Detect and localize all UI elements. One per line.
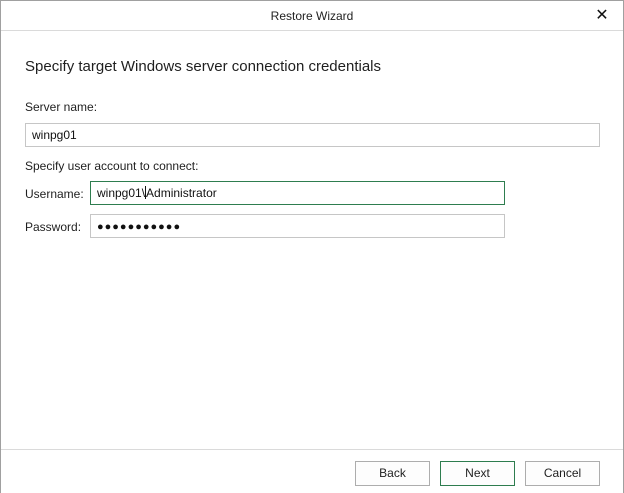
password-label: Password: [25,220,82,234]
server-name-label: Server name: [25,100,98,114]
server-name-value: winpg01 [32,128,77,142]
username-value-before-caret: winpg01\ [97,186,146,200]
user-account-section-label: Specify user account to connect: [25,159,199,173]
server-name-input[interactable]: winpg01 [25,123,600,147]
username-value-after-caret: Administrator [146,186,217,200]
page-heading: Specify target Windows server connection… [25,58,382,75]
close-icon[interactable]: ✕ [593,7,611,25]
title-bar: Restore Wizard ✕ [1,1,623,31]
wizard-footer: Back Next Cancel [1,449,623,493]
username-label: Username: [25,187,84,201]
next-button[interactable]: Next [440,461,515,486]
back-button[interactable]: Back [355,461,430,486]
password-mask: ●●●●●●●●●●● [97,221,182,233]
password-input[interactable]: ●●●●●●●●●●● [90,214,505,238]
window-title: Restore Wizard [270,9,354,23]
restore-wizard-window: Restore Wizard ✕ Specify target Windows … [0,0,624,493]
cancel-button[interactable]: Cancel [525,461,600,486]
username-input[interactable]: winpg01\Administrator [90,181,505,205]
